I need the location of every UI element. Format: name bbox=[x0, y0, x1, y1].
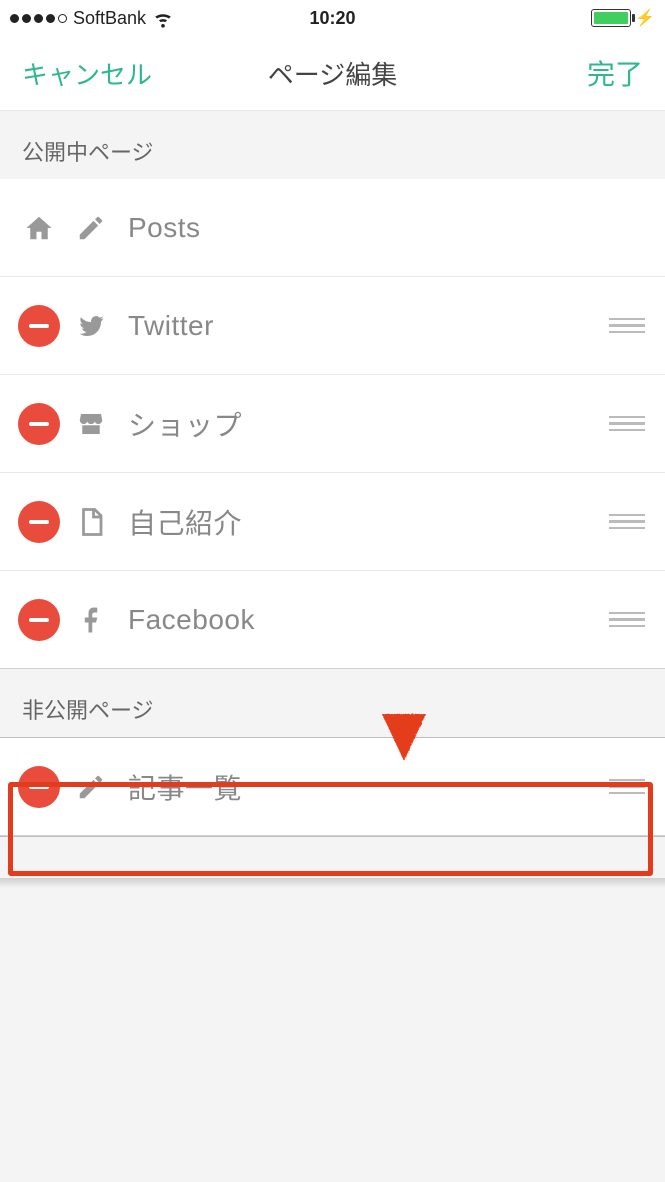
cancel-button[interactable]: キャンセル bbox=[22, 55, 152, 92]
row-label: 自己紹介 bbox=[128, 502, 609, 542]
row-profile[interactable]: 自己紹介 bbox=[0, 473, 665, 571]
row-facebook[interactable]: Facebook bbox=[0, 571, 665, 669]
drag-handle-icon[interactable] bbox=[609, 779, 645, 795]
drag-handle-icon[interactable] bbox=[609, 612, 645, 628]
private-pages-list: 記事一覧 bbox=[0, 737, 665, 837]
section-header-private: 非公開ページ bbox=[0, 669, 665, 737]
delete-button[interactable] bbox=[18, 599, 60, 641]
page-title: ページ編集 bbox=[268, 55, 397, 92]
delete-button[interactable] bbox=[18, 501, 60, 543]
battery-icon bbox=[591, 9, 631, 27]
delete-button[interactable] bbox=[18, 305, 60, 347]
row-shop[interactable]: ショップ bbox=[0, 375, 665, 473]
twitter-icon bbox=[70, 311, 112, 341]
delete-button[interactable] bbox=[18, 403, 60, 445]
wifi-icon bbox=[152, 7, 174, 29]
signal-strength-icon bbox=[10, 14, 67, 23]
delete-button[interactable] bbox=[18, 766, 60, 808]
row-label: Posts bbox=[128, 212, 645, 244]
drag-handle-icon[interactable] bbox=[609, 318, 645, 334]
shop-icon bbox=[70, 409, 112, 439]
status-right: ⚡ bbox=[591, 8, 655, 28]
row-posts[interactable]: Posts bbox=[0, 179, 665, 277]
row-articles[interactable]: 記事一覧 bbox=[0, 738, 665, 836]
status-left: SoftBank bbox=[10, 7, 174, 29]
row-label: Twitter bbox=[128, 310, 609, 342]
drag-handle-icon[interactable] bbox=[609, 514, 645, 530]
carrier-label: SoftBank bbox=[73, 8, 146, 29]
compose-icon bbox=[70, 213, 112, 243]
done-button[interactable]: 完了 bbox=[587, 53, 643, 93]
shadow-decoration bbox=[0, 878, 665, 888]
home-icon bbox=[18, 213, 60, 243]
nav-header: キャンセル ページ編集 完了 bbox=[0, 36, 665, 111]
row-label: ショップ bbox=[128, 404, 609, 444]
charging-icon: ⚡ bbox=[635, 8, 655, 28]
row-label: Facebook bbox=[128, 604, 609, 636]
row-twitter[interactable]: Twitter bbox=[0, 277, 665, 375]
compose-icon bbox=[70, 772, 112, 802]
public-pages-list: Posts Twitter ショップ 自己紹介 Facebook bbox=[0, 179, 665, 669]
status-time: 10:20 bbox=[309, 8, 355, 29]
drag-handle-icon[interactable] bbox=[609, 416, 645, 432]
page-icon bbox=[70, 507, 112, 537]
section-header-public: 公開中ページ bbox=[0, 111, 665, 179]
status-bar: SoftBank 10:20 ⚡ bbox=[0, 0, 665, 36]
row-label: 記事一覧 bbox=[128, 767, 609, 807]
facebook-icon bbox=[70, 605, 112, 635]
